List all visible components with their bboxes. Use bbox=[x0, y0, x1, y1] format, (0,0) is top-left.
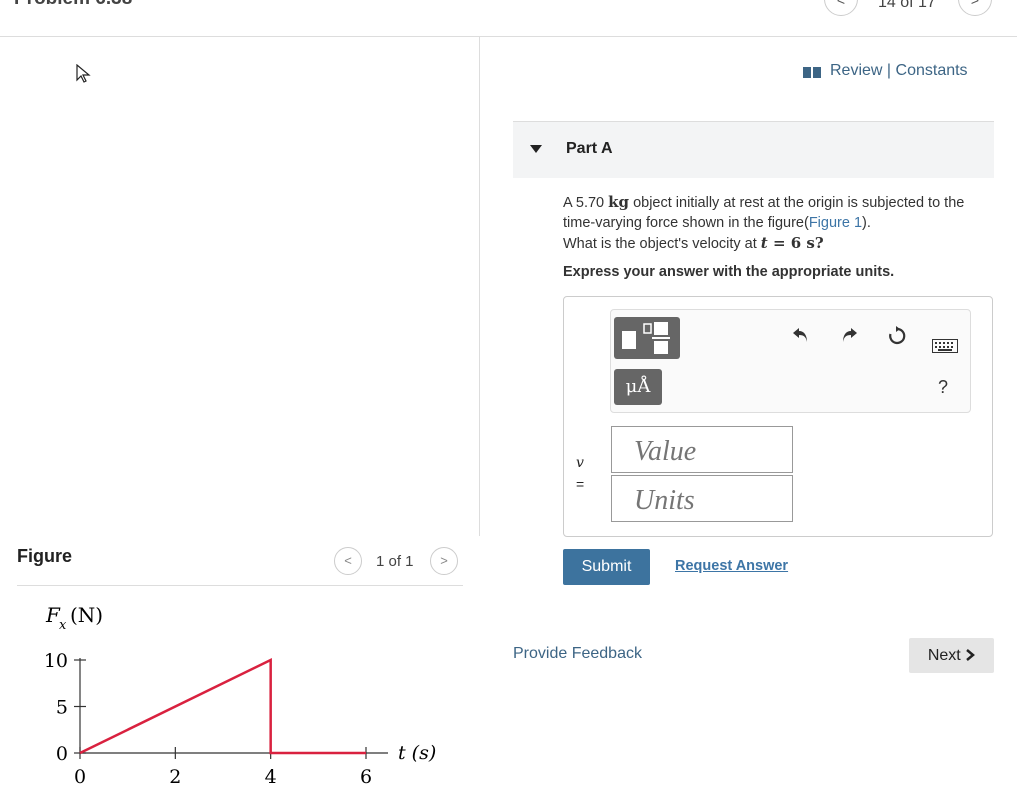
mouse-cursor-icon bbox=[76, 64, 91, 83]
units-button[interactable]: μÅ bbox=[614, 369, 662, 405]
review-link[interactable]: Review bbox=[830, 62, 882, 79]
constants-link[interactable]: Constants bbox=[896, 62, 968, 79]
link-separator: | bbox=[882, 62, 896, 79]
y-tick-label: 5 bbox=[56, 697, 68, 719]
help-button[interactable]: ? bbox=[938, 377, 948, 398]
prev-problem-button[interactable]: < bbox=[824, 0, 858, 16]
figure-next-button[interactable]: > bbox=[430, 547, 458, 575]
collapse-triangle-icon[interactable] bbox=[530, 145, 542, 153]
submit-button[interactable]: Submit bbox=[563, 549, 650, 585]
x-tick-label: 0 bbox=[74, 766, 86, 788]
templates-button[interactable] bbox=[614, 317, 680, 359]
redo-icon[interactable] bbox=[836, 325, 862, 351]
book-icon bbox=[803, 67, 821, 78]
next-problem-button[interactable]: > bbox=[958, 0, 992, 16]
y-axis-label-sub: x bbox=[59, 618, 67, 633]
units-input[interactable] bbox=[611, 475, 793, 522]
problem-title: Problem 6.38 bbox=[14, 0, 132, 10]
pane-divider bbox=[479, 36, 480, 536]
part-a-title: Part A bbox=[566, 140, 613, 157]
fraction-template-icon bbox=[622, 322, 670, 354]
chevron-right-icon bbox=[966, 649, 976, 661]
figure-link[interactable]: Figure 1 bbox=[809, 215, 862, 231]
figure-pager: 1 of 1 bbox=[376, 553, 414, 570]
x-tick-label: 4 bbox=[265, 766, 277, 788]
reset-icon[interactable] bbox=[884, 325, 910, 353]
x-tick-label: 2 bbox=[169, 766, 181, 788]
keyboard-icon[interactable] bbox=[932, 333, 958, 359]
y-tick-label: 10 bbox=[44, 650, 68, 672]
provide-feedback-link[interactable]: Provide Feedback bbox=[513, 645, 642, 663]
value-input[interactable] bbox=[611, 426, 793, 473]
x-tick-label: 6 bbox=[360, 766, 372, 788]
y-tick-label: 0 bbox=[56, 743, 68, 765]
y-axis-label-unit: (N) bbox=[70, 603, 103, 627]
answer-equals: = bbox=[576, 476, 585, 492]
problem-pager: 14 of 17 bbox=[878, 0, 936, 11]
answer-variable: v bbox=[576, 455, 584, 471]
answer-instruction: Express your answer with the appropriate… bbox=[563, 264, 895, 280]
figure-divider bbox=[17, 585, 463, 586]
x-axis-label: t (s) bbox=[398, 742, 436, 764]
header-divider bbox=[0, 36, 1017, 37]
figure-prev-button[interactable]: < bbox=[334, 547, 362, 575]
review-constants-links: Review | Constants bbox=[830, 62, 968, 80]
next-button[interactable]: Next bbox=[909, 638, 994, 673]
figure-label: Figure bbox=[17, 546, 73, 566]
next-label: Next bbox=[927, 647, 961, 664]
question-text: A 5.70 kg object initially at rest at th… bbox=[563, 193, 965, 252]
force-time-chart: F x (N) 0 2 4 60510 t (s) bbox=[44, 603, 436, 788]
force-series-line bbox=[79, 657, 366, 755]
request-answer-link[interactable]: Request Answer bbox=[675, 558, 788, 574]
undo-icon[interactable] bbox=[788, 325, 814, 351]
